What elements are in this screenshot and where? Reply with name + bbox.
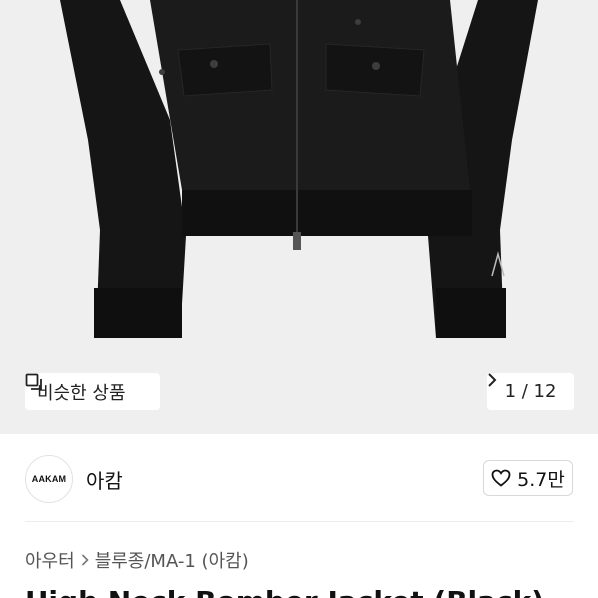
seller-name[interactable]: 아캄 (86, 465, 123, 494)
chevron-right-icon (81, 554, 89, 566)
similar-products-button[interactable]: 비슷한 상품 (25, 373, 160, 410)
image-counter-button[interactable]: 1 / 12 (487, 373, 574, 410)
like-button[interactable]: 5.7만 (483, 460, 573, 496)
seller-logo[interactable]: AAKAM (25, 455, 73, 503)
similar-products-label: 비슷한 상품 (37, 382, 126, 404)
product-image-carousel[interactable]: 비슷한 상품 1 / 12 (0, 0, 598, 434)
seller-row: AAKAM 아캄 5.7만 (0, 434, 598, 522)
breadcrumb: 아우터 블루종/MA-1 (아캄) (25, 547, 249, 573)
heart-icon (491, 469, 511, 487)
breadcrumb-item-outer[interactable]: 아우터 (25, 547, 75, 573)
product-photo-jacket (0, 0, 598, 434)
chevron-right-icon (488, 373, 497, 387)
product-title: High Neck Bomber Jacket (Black) (25, 585, 544, 598)
image-counter: 1 / 12 (504, 381, 557, 402)
divider (25, 521, 574, 522)
breadcrumb-item-category[interactable]: 블루종/MA-1 (아캄) (95, 547, 249, 573)
copy-icon (25, 373, 42, 390)
seller-logo-text: AAKAM (31, 474, 67, 484)
like-count: 5.7만 (517, 468, 565, 491)
